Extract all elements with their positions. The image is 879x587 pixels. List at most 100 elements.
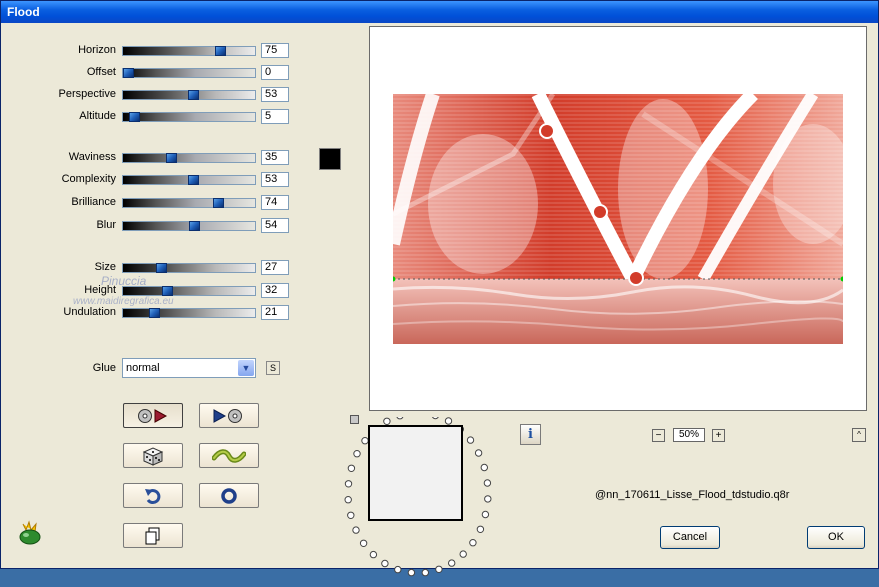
navigator-dot [353, 450, 361, 458]
undulation-label: Undulation [63, 306, 116, 318]
size-slider[interactable] [122, 263, 256, 273]
play-disc-icon [213, 408, 242, 423]
horizon-label: Horizon [78, 44, 116, 56]
flood-dialog: Flood Horizon 75 Offset 0 Perspective 53 Altit… [0, 0, 879, 577]
horizon-slider[interactable] [122, 46, 256, 56]
preview-canvas[interactable] [369, 26, 867, 411]
zoom-out-button[interactable]: − [652, 429, 665, 442]
navigator-dot [381, 559, 389, 568]
undulation-value-field[interactable]: 21 [261, 305, 289, 320]
offset-slider[interactable] [122, 68, 256, 78]
waviness-slider[interactable] [122, 153, 256, 163]
blur-label: Blur [96, 219, 116, 231]
watermark-text: Pinuccia [101, 274, 147, 288]
blur-slider-thumb[interactable] [189, 221, 200, 231]
offset-label: Offset [86, 66, 116, 78]
brilliance-slider[interactable] [122, 198, 256, 208]
altitude-value-field[interactable]: 5 [261, 109, 289, 124]
reset-button[interactable] [123, 483, 183, 508]
navigator-dot [432, 417, 439, 420]
load-preset-button[interactable] [123, 403, 183, 428]
undulation-slider-thumb[interactable] [149, 308, 160, 318]
info-button[interactable]: i [520, 424, 541, 445]
brilliance-slider-thumb[interactable] [213, 198, 224, 208]
undo-icon [145, 488, 161, 504]
undulation-slider[interactable] [122, 308, 256, 318]
randomize-button[interactable] [123, 443, 183, 468]
waviness-label: Waviness [68, 151, 116, 163]
flood-preview-image [393, 94, 843, 344]
navigator-dot [352, 526, 360, 534]
save-preset-button[interactable] [199, 403, 259, 428]
size-value-field[interactable]: 27 [261, 260, 289, 275]
navigator-dot [383, 417, 391, 426]
height-value-field[interactable]: 32 [261, 283, 289, 298]
title-bar: Flood [1, 1, 878, 23]
navigator-dot [344, 496, 352, 504]
offset-slider-thumb[interactable] [123, 68, 134, 78]
waviness-slider-thumb[interactable] [166, 153, 177, 163]
navigator-dot [369, 550, 378, 559]
app-logo-icon [17, 520, 43, 549]
navigator-dot [407, 568, 416, 577]
glue-label: Glue [92, 362, 116, 374]
perspective-slider[interactable] [122, 90, 256, 100]
navigator-dot [476, 525, 485, 534]
navigator-dot [448, 559, 456, 567]
blur-slider[interactable] [122, 221, 256, 231]
complexity-value-field[interactable]: 53 [261, 172, 289, 187]
zoom-in-button[interactable]: + [712, 429, 725, 442]
wave-icon [212, 448, 246, 463]
offset-value-field[interactable]: 0 [261, 65, 289, 80]
color-swatch[interactable] [319, 148, 341, 170]
perspective-slider-thumb[interactable] [188, 90, 199, 100]
watermark-url: www.maidiregrafica.eu [73, 296, 174, 307]
navigator-dot [444, 417, 453, 425]
chevron-down-icon[interactable]: ▼ [238, 360, 254, 376]
wave-button[interactable] [199, 443, 259, 468]
zoom-level[interactable]: 50% [673, 428, 705, 442]
navigator-dot [394, 565, 402, 574]
height-slider-thumb[interactable] [162, 286, 173, 296]
perspective-value-field[interactable]: 53 [261, 87, 289, 102]
ok-button[interactable]: OK [807, 526, 865, 549]
collapse-button[interactable]: ^ [852, 428, 866, 442]
document-icon [145, 527, 160, 544]
complexity-slider-thumb[interactable] [188, 175, 199, 185]
horizon-value-field[interactable]: 75 [261, 43, 289, 58]
dialog-client: Horizon 75 Offset 0 Perspective 53 Altitude 5 Wa… [1, 23, 878, 577]
navigator-dot [396, 417, 404, 420]
navigator-thumbnail[interactable] [368, 425, 463, 521]
window-title: Flood [7, 5, 40, 19]
complexity-slider[interactable] [122, 175, 256, 185]
glue-s-button[interactable]: S [266, 361, 280, 375]
navigator-dot [347, 511, 355, 520]
zero-button[interactable] [199, 483, 259, 508]
size-slider-thumb[interactable] [156, 263, 167, 273]
complexity-label: Complexity [61, 173, 116, 185]
altitude-slider[interactable] [122, 112, 256, 122]
cancel-button[interactable]: Cancel [660, 526, 720, 549]
navigator-dot [481, 510, 490, 519]
copy-button[interactable] [123, 523, 183, 548]
ring-icon [221, 487, 237, 504]
navigator-dot [474, 449, 483, 457]
navigator-dot [484, 495, 492, 503]
navigator-dot [459, 550, 467, 558]
navigator-dot [421, 568, 430, 577]
disc-play-icon [138, 408, 168, 423]
perspective-label: Perspective [58, 88, 116, 100]
navigator-dot [480, 463, 489, 472]
glue-selected-value: normal [126, 362, 160, 374]
blur-value-field[interactable]: 54 [261, 218, 289, 233]
glue-select[interactable]: normal ▼ [122, 358, 256, 378]
navigator-dot [359, 539, 368, 548]
brilliance-value-field[interactable]: 74 [261, 195, 289, 210]
navigator-dot [466, 436, 475, 444]
navigator-dot [483, 479, 492, 487]
altitude-slider-thumb[interactable] [129, 112, 140, 122]
waviness-value-field[interactable]: 35 [261, 150, 289, 165]
horizon-slider-thumb[interactable] [215, 46, 226, 56]
navigator-dot [435, 565, 443, 574]
navigator-dot [469, 539, 477, 547]
